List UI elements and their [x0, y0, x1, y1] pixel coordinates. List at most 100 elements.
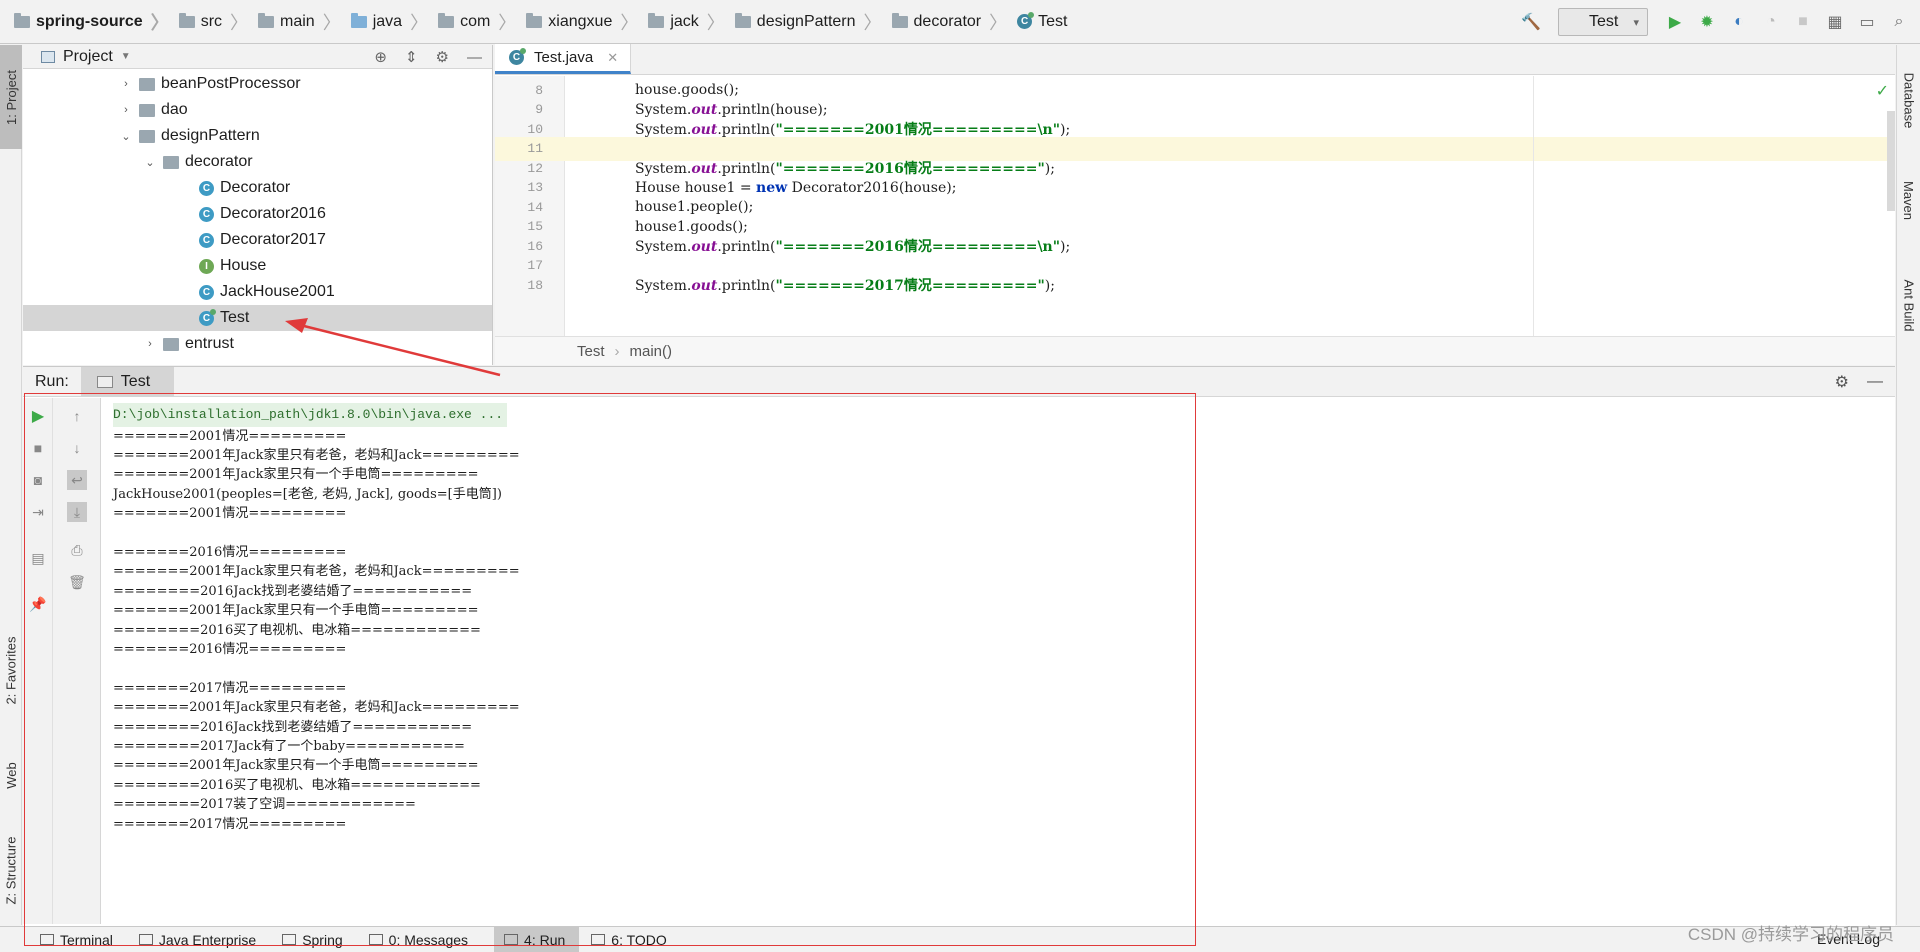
- breadcrumb-item[interactable]: designPattern 〉: [731, 0, 888, 44]
- layout-icon[interactable]: ▭: [1856, 11, 1878, 33]
- breadcrumb-item[interactable]: java 〉: [347, 0, 434, 44]
- bottom-tab[interactable]: 6: TODO: [591, 927, 681, 952]
- close-icon[interactable]: ✕: [607, 50, 618, 66]
- print-icon[interactable]: ⎙: [67, 540, 87, 560]
- gear-icon[interactable]: ⚙: [1835, 372, 1849, 392]
- soft-wrap-icon[interactable]: ↩: [67, 470, 87, 490]
- pin-icon[interactable]: 📌: [28, 594, 48, 614]
- database-tool-tab[interactable]: Database: [1897, 55, 1920, 145]
- tree-item[interactable]: I House: [23, 253, 492, 279]
- breadcrumb-item[interactable]: decorator 〉: [888, 0, 1014, 44]
- breadcrumb-item[interactable]: spring-source 〉: [10, 0, 175, 44]
- bottom-tab[interactable]: 0: Messages: [368, 927, 482, 952]
- project-panel-title[interactable]: Project: [63, 48, 113, 66]
- checkmark-icon: ✓: [1875, 83, 1889, 100]
- coverage-icon[interactable]: ◐: [1728, 11, 1750, 33]
- debug-icon[interactable]: ✹: [1696, 11, 1718, 33]
- console-line: =======2016情况=========: [113, 642, 347, 658]
- main-toolbar: 🔨 Test ▾ ▶ ✹ ◐ ◔ ■ ▦ ▭ ⌕: [1520, 0, 1920, 44]
- breadcrumb-method[interactable]: main(): [630, 343, 673, 360]
- search-icon[interactable]: ⌕: [1888, 11, 1910, 33]
- class-icon: C: [199, 284, 214, 300]
- chevron-right-icon: 〉: [230, 12, 249, 33]
- run-config-icon: [96, 375, 113, 388]
- breadcrumb-item[interactable]: C Test: [1013, 0, 1067, 44]
- tree-item[interactable]: › entrust: [23, 331, 492, 357]
- chevron-right-icon[interactable]: ›: [119, 104, 133, 116]
- chevron-down-icon[interactable]: ▼: [121, 51, 131, 62]
- editor-tab-test-java[interactable]: C Test.java ✕: [495, 44, 632, 74]
- bottom-tab[interactable]: Java Enterprise: [138, 927, 270, 952]
- run-icon[interactable]: ▶: [1664, 11, 1686, 33]
- bottom-tab[interactable]: 4: Run: [494, 926, 580, 952]
- project-structure-icon[interactable]: ▦: [1824, 11, 1846, 33]
- tree-item[interactable]: › beanPostProcessor: [23, 71, 492, 97]
- run-panel-header: Run: Test ⚙ —: [23, 366, 1895, 397]
- ant-build-tool-tab[interactable]: Ant Build: [1897, 255, 1920, 355]
- code-token: house1.goods();: [635, 218, 748, 235]
- tree-item[interactable]: C Decorator2017: [23, 227, 492, 253]
- bottom-tool-bar: Terminal Java Enterprise Spring 0: Messages…: [0, 926, 1920, 952]
- breadcrumb-item[interactable]: xiangxue 〉: [522, 0, 644, 44]
- tree-item[interactable]: ⌄ decorator: [23, 149, 492, 175]
- code-area[interactable]: 8 house.goods(); 9 System.out.println(house…: [495, 76, 1895, 336]
- code-token: out: [691, 278, 718, 294]
- line-number: 14: [527, 199, 543, 215]
- camera-icon[interactable]: ◙: [28, 470, 48, 490]
- folder-icon: [139, 77, 155, 91]
- exit-icon[interactable]: ⇥: [28, 502, 48, 522]
- folder-icon: [258, 12, 275, 28]
- line-number: 16: [527, 238, 543, 254]
- code-token: "=======2017情况=========": [775, 278, 1045, 294]
- tree-item[interactable]: C JackHouse2001: [23, 279, 492, 305]
- code-token: house1.people();: [635, 199, 754, 215]
- bottom-tab-label: 4: Run: [524, 931, 566, 948]
- tree-item[interactable]: C Test: [23, 305, 492, 331]
- class-icon: C: [199, 180, 214, 196]
- breadcrumb-item[interactable]: main 〉: [254, 0, 347, 44]
- run-configuration-select[interactable]: Test ▾: [1558, 8, 1648, 36]
- locate-icon[interactable]: ⊕: [374, 48, 387, 66]
- chevron-right-icon[interactable]: ›: [143, 338, 157, 350]
- line-number: 18: [527, 277, 543, 293]
- folder-icon: [734, 12, 751, 28]
- bottom-tab[interactable]: Spring: [282, 927, 356, 952]
- breadcrumb-class[interactable]: Test: [577, 343, 605, 360]
- tree-item[interactable]: C Decorator: [23, 175, 492, 201]
- gear-icon[interactable]: ⚙: [436, 48, 449, 66]
- hide-icon[interactable]: —: [1867, 373, 1883, 391]
- trash-icon[interactable]: 🗑: [67, 572, 87, 592]
- chevron-right-icon: 〉: [150, 12, 169, 33]
- chevron-down-icon[interactable]: ⌄: [119, 130, 133, 143]
- source-folder-icon: [350, 12, 367, 28]
- tree-item[interactable]: › dao: [23, 97, 492, 123]
- breadcrumb-item[interactable]: src 〉: [175, 0, 254, 44]
- rerun-icon[interactable]: ▶: [28, 406, 48, 426]
- breadcrumb-item[interactable]: com 〉: [434, 0, 522, 44]
- editor-scrollbar[interactable]: [1887, 111, 1895, 211]
- maven-tool-tab[interactable]: Maven: [1897, 160, 1920, 240]
- layout-icon[interactable]: ▤: [28, 548, 48, 568]
- stop-icon[interactable]: ■: [28, 438, 48, 458]
- up-arrow-icon[interactable]: ↑: [67, 406, 87, 426]
- stop-icon[interactable]: ■: [1792, 11, 1814, 33]
- down-arrow-icon[interactable]: ↓: [67, 438, 87, 458]
- chevron-down-icon[interactable]: ⌄: [143, 156, 157, 169]
- favorites-tool-tab[interactable]: 2: Favorites: [0, 615, 22, 725]
- hide-icon[interactable]: —: [467, 49, 482, 66]
- scroll-to-end-icon[interactable]: ⤓: [67, 502, 87, 522]
- code-token: out: [691, 101, 718, 118]
- collapse-all-icon[interactable]: ⇕: [405, 48, 418, 66]
- structure-tool-tab[interactable]: Z: Structure: [0, 815, 22, 925]
- bottom-tab[interactable]: Terminal: [40, 927, 127, 952]
- tree-item[interactable]: C Decorator2016: [23, 201, 492, 227]
- run-tab-test[interactable]: Test: [80, 366, 175, 397]
- build-hammer-icon[interactable]: 🔨: [1520, 11, 1542, 33]
- web-tool-tab[interactable]: Web: [0, 745, 22, 805]
- folder-icon: [891, 12, 908, 28]
- profile-icon[interactable]: ◔: [1760, 11, 1782, 33]
- project-tool-tab[interactable]: 1: Project: [0, 45, 22, 149]
- tree-item[interactable]: ⌄ designPattern: [23, 123, 492, 149]
- breadcrumb-item[interactable]: jack 〉: [644, 0, 730, 44]
- chevron-right-icon[interactable]: ›: [119, 78, 133, 90]
